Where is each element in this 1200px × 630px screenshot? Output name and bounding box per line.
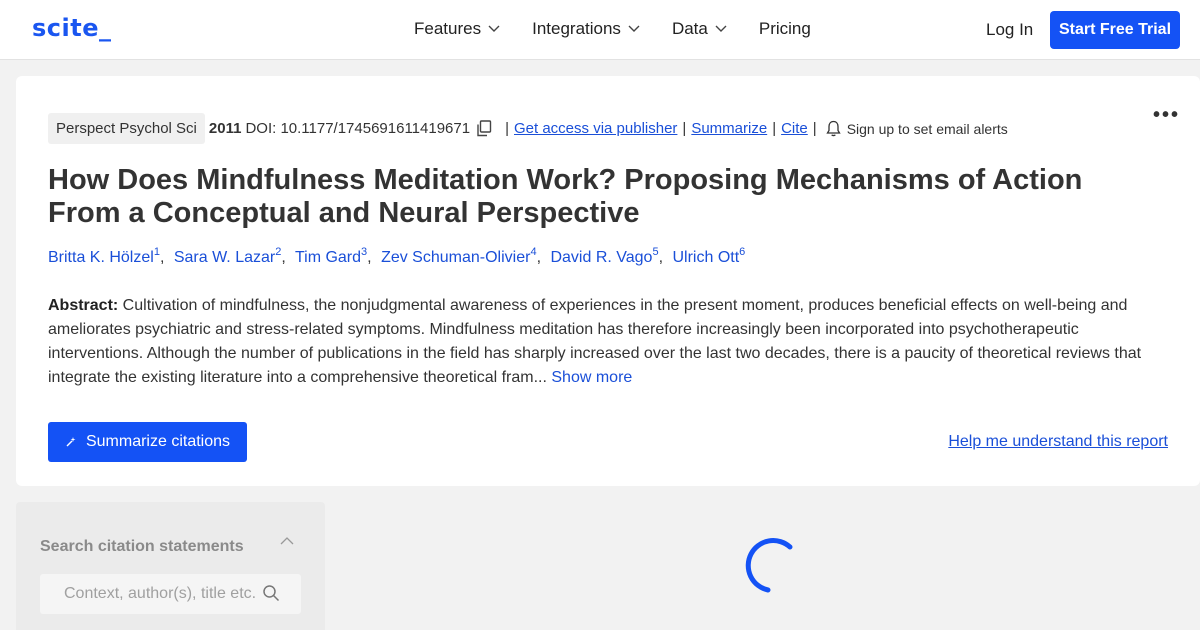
journal-badge: Perspect Psychol Sci bbox=[48, 113, 205, 144]
start-trial-button[interactable]: Start Free Trial bbox=[1050, 11, 1180, 49]
menu-label: Pricing bbox=[758, 19, 811, 38]
paper-meta: Perspect Psychol Sci 2011 DOI: 10.1177/1… bbox=[48, 113, 1008, 144]
top-nav: scite_ Features Integrations Data Pricin… bbox=[0, 0, 1200, 60]
access-publisher-link[interactable]: Get access via publisher bbox=[514, 120, 677, 137]
panel-title: Search citation statements bbox=[40, 538, 244, 555]
search-placeholder: Context, author(s), title etc. bbox=[64, 585, 257, 602]
abstract-label: Abstract: bbox=[48, 297, 119, 314]
chevron-up-icon[interactable] bbox=[280, 536, 294, 545]
separator: | bbox=[682, 120, 687, 137]
author-link[interactable]: David R. Vago5 bbox=[550, 246, 658, 266]
summarize-link[interactable]: Summarize bbox=[691, 120, 767, 137]
separator: | bbox=[772, 120, 777, 137]
main-menu: Features Integrations Data Pricing bbox=[414, 19, 843, 39]
author-link[interactable]: Zev Schuman-Olivier4 bbox=[381, 246, 537, 266]
bell-icon[interactable] bbox=[826, 120, 841, 137]
paper-title: How Does Mindfulness Meditation Work? Pr… bbox=[48, 164, 1083, 229]
author-link[interactable]: Sara W. Lazar2 bbox=[174, 246, 282, 266]
menu-label: Features bbox=[414, 19, 482, 38]
doi: DOI: 10.1177/1745691611419671 bbox=[245, 120, 471, 137]
help-understand-link[interactable]: Help me understand this report bbox=[948, 433, 1168, 451]
chevron-down-icon bbox=[628, 25, 640, 32]
author-link[interactable]: Ulrich Ott6 bbox=[672, 246, 745, 266]
menu-data[interactable]: Data bbox=[672, 19, 727, 39]
menu-features[interactable]: Features bbox=[414, 19, 500, 39]
publication-year: 2011 bbox=[208, 120, 242, 137]
summarize-citations-button[interactable]: Summarize citations bbox=[48, 422, 247, 462]
citation-search-panel: Search citation statements Context, auth… bbox=[16, 502, 325, 630]
paper-card: Perspect Psychol Sci 2011 DOI: 10.1177/1… bbox=[16, 76, 1200, 486]
separator: | bbox=[812, 120, 817, 137]
menu-pricing[interactable]: Pricing bbox=[759, 19, 811, 39]
scite-logo[interactable]: scite_ bbox=[32, 14, 112, 42]
chevron-down-icon bbox=[488, 25, 500, 32]
copy-icon[interactable] bbox=[476, 120, 492, 137]
sparkle-icon bbox=[66, 437, 76, 447]
menu-label: Integrations bbox=[532, 19, 621, 38]
show-more-link[interactable]: Show more bbox=[551, 369, 632, 386]
author-link[interactable]: Tim Gard3 bbox=[295, 246, 367, 266]
author-list: Britta K. Hölzel1, Sara W. Lazar2, Tim G… bbox=[48, 246, 746, 266]
menu-integrations[interactable]: Integrations bbox=[532, 19, 640, 39]
abstract: Abstract: Cultivation of mindfulness, th… bbox=[48, 294, 1158, 390]
email-alerts-link[interactable]: Sign up to set email alerts bbox=[847, 121, 1008, 137]
button-label: Summarize citations bbox=[85, 433, 231, 450]
menu-label: Data bbox=[671, 19, 708, 38]
chevron-down-icon bbox=[715, 25, 727, 32]
cite-link[interactable]: Cite bbox=[781, 120, 808, 137]
separator: | bbox=[505, 120, 509, 137]
author-link[interactable]: Britta K. Hölzel1 bbox=[48, 246, 160, 266]
more-options-icon[interactable]: ••• bbox=[1153, 104, 1180, 127]
login-link[interactable]: Log In bbox=[986, 20, 1033, 40]
search-icon[interactable] bbox=[262, 584, 280, 602]
loading-spinner-icon bbox=[745, 538, 793, 593]
citation-search-field[interactable]: Context, author(s), title etc. bbox=[40, 574, 301, 614]
